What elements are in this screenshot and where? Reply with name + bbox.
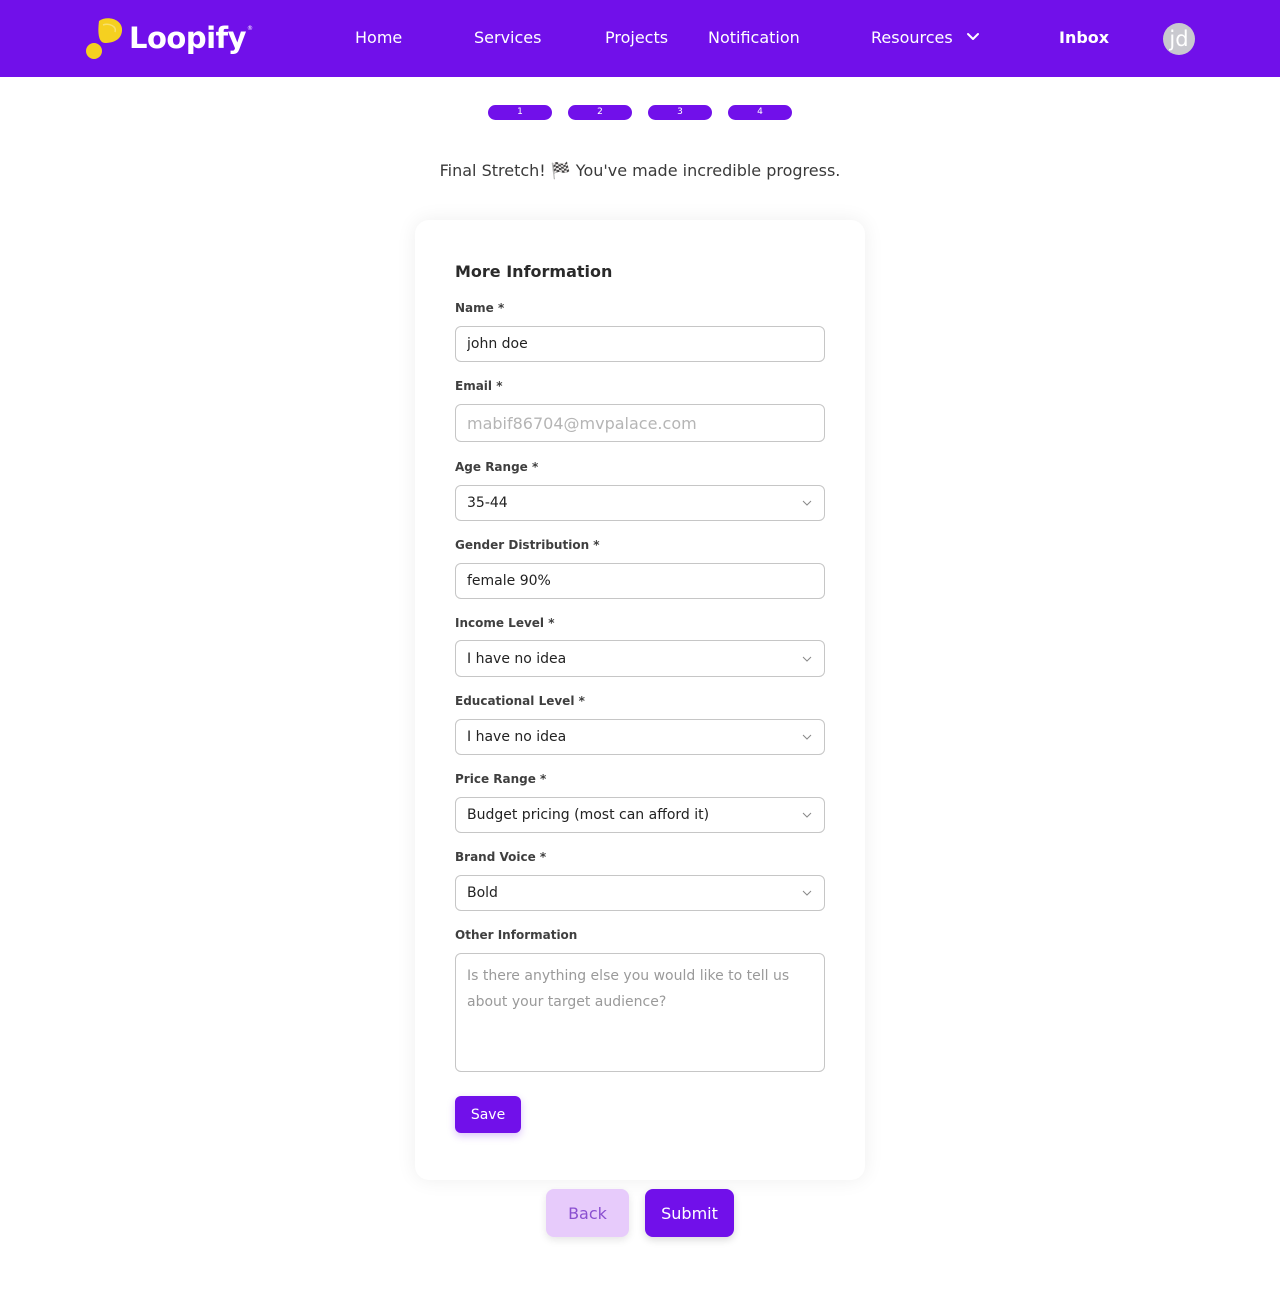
top-navbar: Loopify ® Home Services Projects Notific…	[0, 0, 1280, 77]
user-avatar[interactable]: jd	[1163, 23, 1195, 55]
progress-message: Final Stretch! 🏁 You've made incredible …	[439, 161, 841, 180]
nav-notification[interactable]: Notification	[708, 28, 800, 48]
name-input[interactable]	[455, 326, 825, 362]
other-information-label: Other Information	[455, 928, 578, 942]
step-4: 4	[728, 105, 792, 120]
income-level-value: I have no idea	[467, 650, 567, 667]
back-button[interactable]: Back	[546, 1189, 629, 1237]
age-range-select[interactable]: 35-44	[455, 485, 825, 521]
educational-level-label: Educational Level *	[455, 694, 585, 708]
age-range-value: 35-44	[467, 495, 508, 511]
step-2: 2	[568, 105, 632, 120]
logo-text: Loopify	[129, 21, 247, 55]
step-3: 3	[648, 105, 712, 120]
name-label: Name *	[455, 301, 505, 315]
registered-mark: ®	[247, 24, 254, 32]
gender-distribution-label: Gender Distribution *	[455, 538, 600, 552]
brand-voice-label: Brand Voice *	[455, 850, 547, 864]
chevron-down-icon	[802, 890, 812, 896]
email-label: Email *	[455, 379, 503, 393]
logo-icon	[86, 18, 123, 59]
income-level-select[interactable]: I have no idea	[455, 640, 825, 677]
other-information-textarea[interactable]	[455, 953, 825, 1072]
chevron-down-icon	[802, 734, 812, 740]
submit-button[interactable]: Submit	[645, 1189, 734, 1237]
chevron-down-icon	[802, 500, 812, 506]
gender-distribution-input[interactable]	[455, 563, 825, 599]
age-range-label: Age Range *	[455, 460, 539, 474]
loopify-logo[interactable]: Loopify ®	[85, 17, 253, 61]
chevron-down-icon	[802, 656, 812, 662]
brand-voice-value: Bold	[467, 885, 498, 901]
income-level-label: Income Level *	[455, 616, 555, 630]
save-button[interactable]: Save	[455, 1096, 521, 1133]
educational-level-value: I have no idea	[467, 729, 567, 745]
price-range-select[interactable]: Budget pricing (most can afford it)	[455, 797, 825, 833]
price-range-value: Budget pricing (most can afford it)	[467, 807, 710, 823]
educational-level-select[interactable]: I have no idea	[455, 719, 825, 755]
step-1: 1	[488, 105, 552, 120]
resources-chevron-down-icon[interactable]	[966, 32, 980, 42]
form-title: More Information	[455, 262, 613, 281]
nav-projects[interactable]: Projects	[605, 28, 668, 48]
chevron-down-icon	[802, 812, 812, 818]
email-field[interactable]: mabif86704@mvpalace.com	[455, 404, 825, 442]
brand-voice-select[interactable]: Bold	[455, 875, 825, 911]
nav-inbox[interactable]: Inbox	[1059, 28, 1109, 48]
nav-home[interactable]: Home	[355, 28, 402, 48]
nav-resources[interactable]: Resources	[871, 28, 953, 48]
price-range-label: Price Range *	[455, 772, 547, 786]
nav-services[interactable]: Services	[474, 28, 541, 48]
